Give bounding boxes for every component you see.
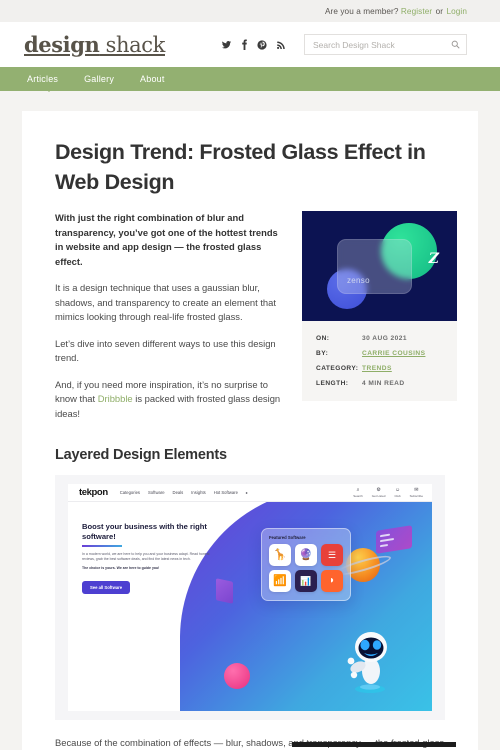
main-nav: Articles Gallery About <box>0 67 500 92</box>
meta-key-on: ON: <box>316 335 330 342</box>
tekpon-browser-frame: tekpon Categories Software Deals Insight… <box>68 484 432 711</box>
tekpon-robot-mascot <box>347 632 387 693</box>
tekpon-featured-software-card: Featured Software 🦒 🔮 ☰ 📶 📊 ◗ <box>261 528 351 601</box>
meta-value-date: 30 AUG 2021 <box>362 335 408 342</box>
tekpon-hero-text: Boost your business with the right softw… <box>82 522 217 594</box>
twitter-icon[interactable] <box>221 40 232 50</box>
featured-glass-card: zenso <box>337 239 412 294</box>
meta-row: BY: CARRIE COUSINS <box>316 350 443 357</box>
semrush-app-icon[interactable]: ◗ <box>321 570 343 592</box>
paragraph-3: Let’s dive into seven different ways to … <box>55 337 276 364</box>
todoist-app-icon[interactable]: ☰ <box>321 544 343 566</box>
meta-value-author[interactable]: CARRIE COUSINS <box>362 350 425 357</box>
tekpon-nav-insights[interactable]: Insights <box>191 490 205 495</box>
tekpon-nav-hot-software[interactable]: Hot Software <box>214 490 238 495</box>
get-listed-icon: ⚙ <box>376 486 381 493</box>
register-link[interactable]: Register <box>401 7 432 16</box>
club-icon: ☺ <box>395 486 401 493</box>
paragraph-2: It is a design technique that uses a gau… <box>55 282 276 322</box>
tekpon-nav-software[interactable]: Software <box>148 490 165 495</box>
tekpon-screenshot: tekpon Categories Software Deals Insight… <box>55 475 445 720</box>
tekpon-purple-panel <box>216 578 233 604</box>
pinterest-icon[interactable] <box>257 39 267 50</box>
page-title: Design Trend: Frosted Glass Effect in We… <box>55 140 426 194</box>
tekpon-see-all-software-button[interactable]: See all Software <box>82 580 131 594</box>
meta-row: CATEGORY: TRENDS <box>316 365 443 372</box>
tekpon-utility-club-label: Club <box>394 493 401 498</box>
nav-item-articles[interactable]: Articles <box>27 74 71 92</box>
tekpon-navbar: tekpon Categories Software Deals Insight… <box>68 484 432 502</box>
or-separator: or <box>435 6 444 16</box>
rss-icon[interactable] <box>276 40 286 50</box>
tekpon-hero-heading: Boost your business with the right softw… <box>82 522 207 541</box>
article-sidebar: zenso Z ON: 30 AUG 2021 BY: CARRIE COUSI… <box>302 211 457 401</box>
tekpon-utility-get-listed-label: Get Listed <box>371 493 386 498</box>
meta-key-by: BY: <box>316 350 329 357</box>
tekpon-hero-divider <box>82 545 122 547</box>
tekpon-pink-planet <box>224 663 250 689</box>
paragraph-4: And, if you need more inspiration, it’s … <box>55 378 284 422</box>
tekpon-utility-search-label: Search <box>353 493 363 498</box>
tekpon-utility-subscribe-label: Subscribe <box>409 493 423 498</box>
nav-item-about[interactable]: About <box>127 74 178 84</box>
tekpon-logo[interactable]: tekpon <box>79 487 108 498</box>
meta-row: ON: 30 AUG 2021 <box>316 335 443 342</box>
intro-row: With just the right combination of blur … <box>55 211 457 433</box>
globe-app-icon[interactable]: 🔮 <box>295 544 317 566</box>
cropped-image-edge <box>292 742 456 747</box>
tekpon-utility-nav: ⌕ Search ⚙ Get Listed ☺ Club ✉ Subscribe <box>353 486 432 498</box>
tekpon-hero-paragraph: In a modern world, we are here to help y… <box>82 552 210 562</box>
tekpon-nav-categories[interactable]: Categories <box>120 490 140 495</box>
tekpon-featured-software-title: Featured Software <box>269 535 306 540</box>
tekpon-app-grid: 🦒 🔮 ☰ 📶 📊 ◗ <box>269 544 343 592</box>
section-heading: Layered Design Elements <box>55 447 227 463</box>
intro-text-column: With just the right combination of blur … <box>55 211 284 433</box>
logo-light: shack <box>99 32 166 57</box>
header-right <box>221 34 467 55</box>
search-box[interactable] <box>304 34 467 55</box>
tekpon-hero-paragraph-bold: The choice is yours. We are here to guid… <box>82 566 160 571</box>
site-logo[interactable]: design shack <box>24 34 165 56</box>
member-prompt: Are you a member? <box>324 6 399 16</box>
tekpon-utility-get-listed[interactable]: ⚙ Get Listed <box>371 486 386 498</box>
meta-value-category[interactable]: TRENDS <box>362 365 392 372</box>
featured-image: zenso Z <box>302 211 457 321</box>
tekpon-utility-club[interactable]: ☺ Club <box>394 486 401 498</box>
site-header: design shack <box>0 22 500 67</box>
meta-key-category: CATEGORY: <box>316 365 359 372</box>
tekpon-utility-subscribe[interactable]: ✉ Subscribe <box>409 486 423 498</box>
subscribe-icon: ✉ <box>414 486 419 493</box>
audio-app-icon[interactable]: 📊 <box>295 570 317 592</box>
nav-item-gallery[interactable]: Gallery <box>71 74 127 84</box>
login-link[interactable]: Login <box>446 7 467 16</box>
page-root: Are you a member? Register or Login desi… <box>0 0 500 750</box>
wifi-app-icon[interactable]: 📶 <box>269 570 291 592</box>
tekpon-hero: Boost your business with the right softw… <box>68 502 432 711</box>
zenso-brand-label: zenso <box>347 276 370 285</box>
logo-bold: design <box>24 31 100 57</box>
chevron-right-icon: ▸ <box>245 490 249 495</box>
zenso-monogram: Z <box>428 251 439 267</box>
meta-row: LENGTH: 4 MIN READ <box>316 380 443 387</box>
meta-key-length: LENGTH: <box>316 380 349 387</box>
social-links <box>221 39 286 50</box>
article-meta-box: ON: 30 AUG 2021 BY: CARRIE COUSINS CATEG… <box>302 321 457 401</box>
tekpon-utility-search[interactable]: ⌕ Search <box>353 486 363 498</box>
article-card: Design Trend: Frosted Glass Effect in We… <box>22 111 478 750</box>
search-icon[interactable] <box>451 40 460 49</box>
search-icon: ⌕ <box>356 486 360 493</box>
top-utility-bar: Are you a member? Register or Login <box>0 0 500 22</box>
facebook-icon[interactable] <box>241 39 248 50</box>
meta-value-length: 4 MIN READ <box>362 380 405 387</box>
lead-paragraph: With just the right combination of blur … <box>55 212 278 267</box>
giraffe-app-icon[interactable]: 🦒 <box>269 544 291 566</box>
tekpon-nav-deals[interactable]: Deals <box>173 490 184 495</box>
search-input[interactable] <box>313 35 451 54</box>
dribbble-link[interactable]: Dribbble <box>98 393 133 404</box>
tekpon-nav-links: Categories Software Deals Insights Hot S… <box>120 490 248 495</box>
